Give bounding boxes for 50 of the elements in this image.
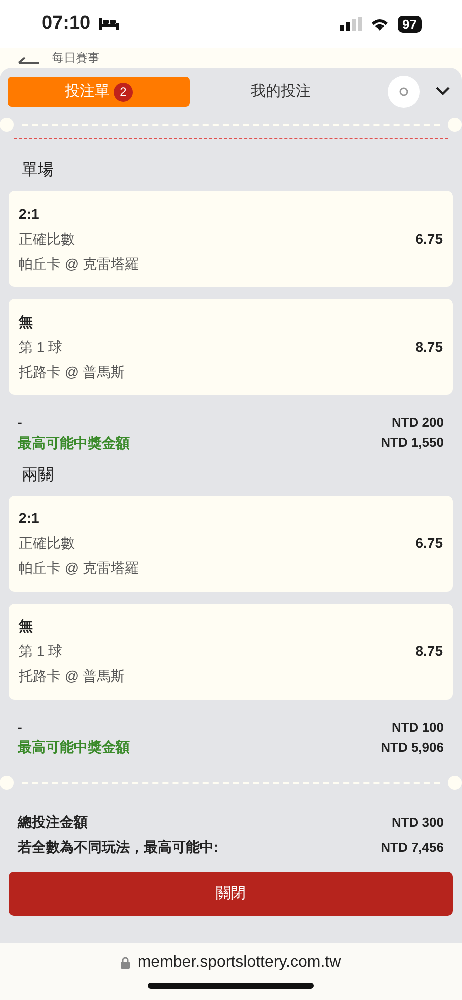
bet-selection: 無: [19, 617, 34, 636]
settings-button[interactable]: [388, 76, 420, 108]
tab[interactable]: 我的投注: [190, 77, 372, 107]
signal-icon: [340, 17, 362, 31]
wifi-icon: [370, 17, 390, 31]
bet-selection: 無: [19, 312, 34, 332]
total-amount: NTD 7,456: [381, 838, 444, 857]
payout-label: 最高可能中獎金額: [18, 434, 130, 452]
market-name: 第 1 球: [19, 642, 64, 661]
chevron-down-icon[interactable]: [436, 87, 450, 96]
battery-level: 97: [398, 16, 422, 32]
match-name: 帕丘卡 @ 克雷塔羅: [19, 254, 140, 274]
count-badge: 2: [114, 82, 133, 102]
market-name: 第 1 球: [19, 338, 64, 356]
odds-value: 6.75: [416, 534, 443, 553]
tab[interactable]: 投注單 2: [8, 77, 190, 107]
match-name: 托路卡 @ 普馬斯: [19, 667, 126, 686]
bet-selection: 2:1: [19, 204, 40, 224]
bet-selection: 2:1: [19, 509, 40, 528]
stake-label: -: [18, 718, 22, 736]
stake-amount: NTD 200: [392, 414, 444, 432]
status-time: 07:10: [42, 12, 91, 36]
section-title: 兩關: [21, 466, 55, 486]
match-name: 帕丘卡 @ 克雷塔羅: [19, 559, 140, 578]
payout-amount: NTD 1,550: [381, 434, 444, 452]
market-name: 正確比數: [19, 230, 76, 248]
market-name: 正確比數: [19, 534, 76, 553]
page-title: 每日賽事: [52, 51, 100, 65]
ticket-notch: [0, 118, 14, 132]
stake-label: -: [18, 414, 22, 432]
back-arrow-icon[interactable]: [18, 56, 40, 67]
payout-label: 最高可能中獎金額: [18, 738, 130, 757]
gear-icon: [399, 87, 409, 97]
total-label: 若全數為不同玩法，最高可能中:: [18, 838, 219, 857]
odds-value: 8.75: [416, 338, 443, 356]
ticket-notch: [0, 776, 14, 790]
section-title: 單場: [21, 161, 55, 181]
total-amount: NTD 300: [392, 814, 444, 832]
total-label: 總投注金額: [18, 813, 88, 832]
stake-amount: NTD 100: [392, 718, 444, 736]
odds-value: 6.75: [416, 230, 443, 248]
bed-icon: [98, 18, 119, 30]
address-bar[interactable]: member.sportslottery.com.tw: [138, 951, 342, 975]
lock-icon: [120, 956, 130, 969]
payout-amount: NTD 5,906: [381, 738, 444, 757]
odds-value: 8.75: [416, 642, 443, 661]
ticket-notch: [448, 118, 462, 132]
ticket-notch: [448, 776, 462, 790]
close-button[interactable]: 關閉: [9, 872, 453, 916]
match-name: 托路卡 @ 普馬斯: [19, 362, 126, 382]
